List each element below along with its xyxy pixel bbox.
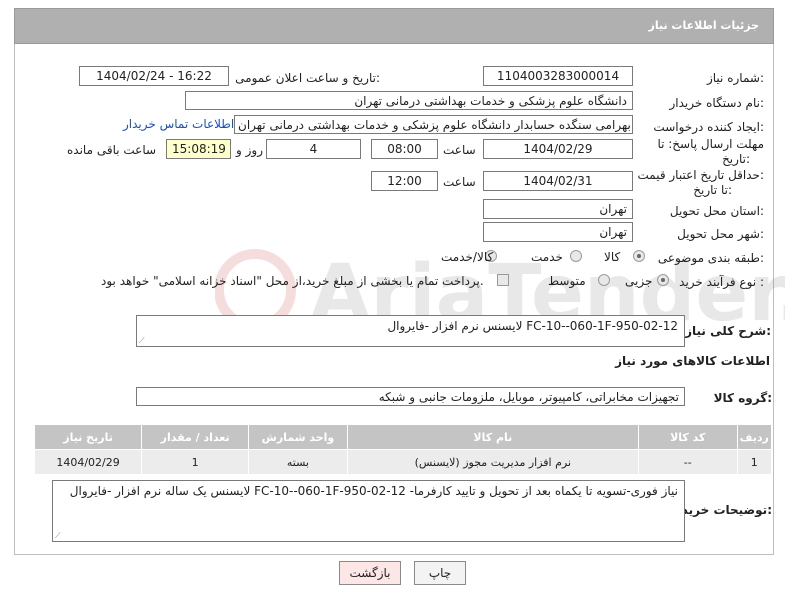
- col-unit: واحد شمارش: [248, 424, 348, 450]
- cell-need-date: 1404/02/29: [33, 449, 143, 475]
- contact-buyer-link[interactable]: اطلاعات تماس خریدار: [123, 117, 234, 131]
- city-field: تهران: [483, 222, 633, 242]
- col-row-number: ردیف: [736, 424, 772, 450]
- buyer-org-label: نام دستگاه خریدار:: [669, 96, 765, 110]
- price-validity-label: حداقل تاریخ اعتبار قیمت:: [637, 168, 764, 182]
- panel-title: جزئیات اطلاعات نیاز: [648, 19, 760, 32]
- price-validity-label-2: تا تاریخ:: [693, 183, 732, 197]
- remaining-time-field: 15:08:19: [166, 139, 231, 159]
- cell-goods-name: نرم افزار مدیریت مجوز (لایسنس): [346, 449, 639, 475]
- category-option-goods-service: کالا/خدمت: [441, 250, 494, 264]
- creator-label: ایجاد کننده درخواست:: [653, 120, 764, 134]
- print-button[interactable]: چاپ: [414, 561, 466, 585]
- process-option-minor: جزیی: [625, 274, 653, 288]
- category-label: طبقه بندی موضوعی:: [657, 251, 764, 265]
- buyer-org-field: دانشگاه علوم پزشکی و خدمات بهداشتی درمان…: [185, 91, 633, 110]
- resize-grip-icon[interactable]: ⟋: [55, 532, 61, 540]
- days-label: روز و: [236, 143, 263, 157]
- deadline-label: مهلت ارسال پاسخ: تا: [657, 137, 764, 151]
- goods-table: ردیف کد کالا نام کالا واحد شمارش تعداد /…: [33, 424, 772, 475]
- col-goods-code: کد کالا: [637, 424, 738, 450]
- panel-header: جزئیات اطلاعات نیاز: [14, 8, 774, 44]
- process-label: نوع فرآیند خرید :: [679, 275, 764, 289]
- category-radio-goods[interactable]: [633, 250, 645, 262]
- price-time-label: ساعت: [443, 175, 476, 189]
- remaining-label: ساعت باقی مانده: [67, 143, 157, 157]
- need-number-label: شماره نیاز:: [706, 71, 764, 85]
- treasury-payment-note: پرداخت تمام یا بخشی از مبلغ خرید،از محل …: [101, 274, 484, 288]
- announce-field: 1404/02/24 - 16:22: [79, 66, 229, 86]
- summary-label: شرح کلی نیاز:: [685, 324, 771, 338]
- process-radio-minor[interactable]: [657, 274, 669, 286]
- days-field: 4: [266, 139, 361, 159]
- price-time-field: 12:00: [371, 171, 438, 191]
- treasury-payment-checkbox[interactable]: [497, 274, 509, 286]
- deadline-time-label: ساعت: [443, 143, 476, 157]
- creator-field: فرزام بهرامی سنگده حسابدار دانشگاه علوم …: [234, 115, 633, 134]
- goods-group-label: گروه کالا:: [713, 391, 772, 405]
- col-need-date: تاریخ نیاز: [33, 424, 143, 450]
- cell-row-number: 1: [736, 449, 772, 475]
- cell-goods-code: --: [637, 449, 738, 475]
- category-option-goods: کالا: [604, 250, 621, 264]
- city-label: شهر محل تحویل:: [677, 227, 764, 241]
- table-row: 1 -- نرم افزار مدیریت مجوز (لایسنس) بسته…: [33, 449, 772, 475]
- goods-table-header: ردیف کد کالا نام کالا واحد شمارش تعداد /…: [33, 424, 772, 450]
- deadline-time-field: 08:00: [371, 139, 438, 159]
- back-button[interactable]: بازگشت: [339, 561, 401, 585]
- summary-textarea[interactable]: لایسنس نرم افزار -فایروال FC-10--060-1F-…: [136, 315, 685, 347]
- need-number-field: 1104003283000014: [483, 66, 633, 86]
- buyer-notes-textarea[interactable]: لایسنس یک ساله نرم افزار -فایروال FC-10-…: [52, 480, 685, 542]
- cell-unit: بسته: [248, 449, 348, 475]
- goods-group-field: تجهیزات مخابراتی، کامپیوتر، موبایل، ملزو…: [136, 387, 685, 406]
- category-radio-service[interactable]: [570, 250, 582, 262]
- price-date-field: 1404/02/31: [483, 171, 633, 191]
- col-goods-name: نام کالا: [346, 424, 639, 450]
- col-quantity: تعداد / مقدار: [141, 424, 250, 450]
- process-radio-medium[interactable]: [598, 274, 610, 286]
- buyer-notes-label: توضیحات خریدار:: [670, 503, 772, 517]
- process-option-medium: متوسط: [548, 274, 586, 288]
- deadline-date-field: 1404/02/29: [483, 139, 633, 159]
- goods-section-title: اطلاعات کالاهای مورد نیاز: [615, 354, 770, 368]
- announce-label: تاریخ و ساعت اعلان عمومی:: [235, 71, 380, 85]
- cell-quantity: 1: [141, 449, 250, 475]
- province-label: استان محل تحویل:: [669, 204, 764, 218]
- province-field: تهران: [483, 199, 633, 219]
- category-option-service: خدمت: [531, 250, 563, 264]
- buyer-notes-text: لایسنس یک ساله نرم افزار -فایروال FC-10-…: [69, 484, 678, 498]
- resize-grip-icon[interactable]: ⟋: [139, 337, 145, 345]
- summary-text: لایسنس نرم افزار -فایروال FC-10--060-1F-…: [387, 319, 678, 333]
- deadline-label-2: تاریخ:: [722, 152, 750, 166]
